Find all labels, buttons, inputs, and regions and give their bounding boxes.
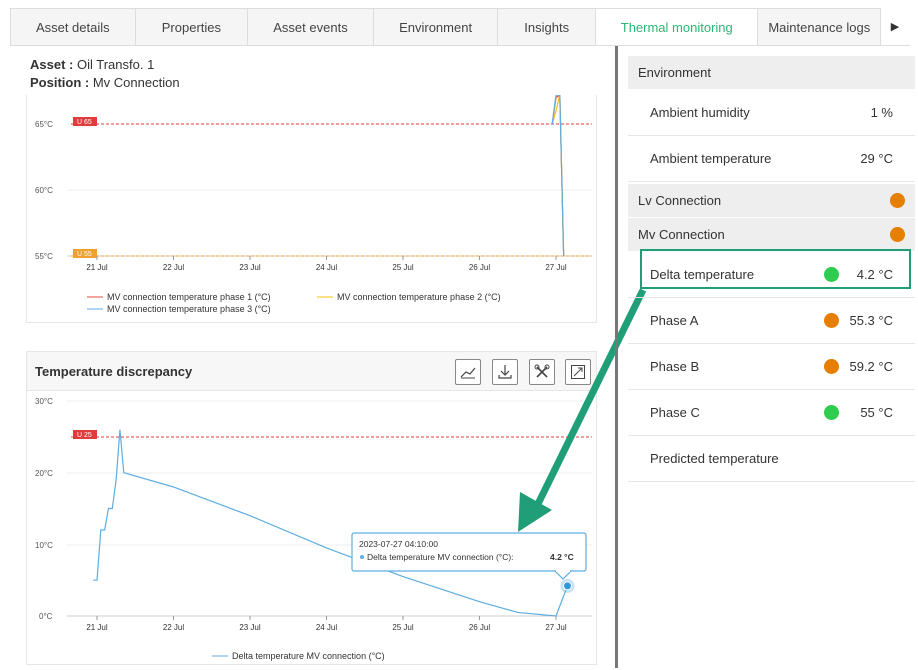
- panel-divider[interactable]: [615, 46, 618, 668]
- lv-connection-header[interactable]: Lv Connection: [628, 184, 915, 218]
- highlight-box: [640, 249, 911, 289]
- row-label: Predicted temperature: [650, 451, 779, 466]
- env-row-temperature: Ambient temperature 29 °C: [628, 136, 915, 182]
- row-value: 55 °C: [860, 405, 893, 420]
- status-dot-icon: [824, 359, 839, 374]
- mv-row-phase-c[interactable]: Phase C 55 °C: [628, 390, 915, 436]
- status-dot-icon: [890, 227, 905, 242]
- arrow-head-icon: [518, 492, 552, 532]
- row-label: Phase A: [650, 313, 699, 328]
- row-label: Ambient humidity: [650, 105, 750, 120]
- row-label: Phase C: [650, 405, 700, 420]
- environment-header[interactable]: Environment: [628, 56, 915, 90]
- row-label: Ambient temperature: [650, 151, 772, 166]
- mv-row-phase-b[interactable]: Phase B 59.2 °C: [628, 344, 915, 390]
- status-dot-icon: [824, 313, 839, 328]
- env-row-humidity: Ambient humidity 1 %: [628, 90, 915, 136]
- row-value: 55.3 °C: [849, 313, 893, 328]
- row-value: 1 %: [870, 105, 893, 120]
- mv-row-predicted-temperature[interactable]: Predicted temperature: [628, 436, 915, 482]
- mv-row-phase-a[interactable]: Phase A 55.3 °C: [628, 298, 915, 344]
- section-label: Mv Connection: [638, 227, 725, 242]
- row-value: 29 °C: [860, 151, 893, 166]
- row-value: 59.2 °C: [849, 359, 893, 374]
- row-label: Phase B: [650, 359, 700, 374]
- mv-connection-header[interactable]: Mv Connection: [628, 218, 915, 252]
- status-dot-icon: [890, 193, 905, 208]
- section-label: Lv Connection: [638, 193, 722, 208]
- status-dot-icon: [824, 405, 839, 420]
